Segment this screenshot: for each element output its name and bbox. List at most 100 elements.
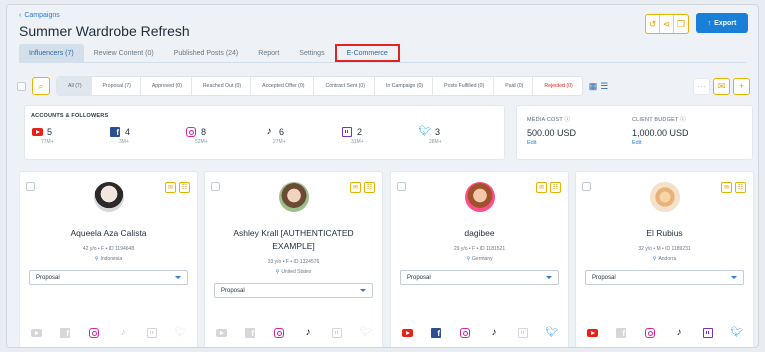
facebook-icon[interactable]: f [615,327,627,339]
card-checkbox[interactable] [397,182,406,191]
twitch-icon[interactable] [331,327,343,339]
notes-icon[interactable]: ☷ [735,182,746,193]
card-checkbox[interactable] [26,182,35,191]
breadcrumb[interactable]: ‹ Campaigns [19,12,60,19]
status-select[interactable]: Proposal [400,270,559,285]
copy-icon[interactable]: ❐ [674,15,688,33]
influencer-location: ⚲ United States [205,269,382,275]
tab-review-content[interactable]: Review Content (0) [84,44,164,62]
client-budget-edit-link[interactable]: Edit [632,140,689,146]
chevron-left-icon: ‹ [19,12,22,19]
export-button[interactable]: ↑ Export [696,13,748,33]
instagram-icon[interactable] [88,327,100,339]
card-checkbox[interactable] [582,182,591,191]
twitch-icon[interactable] [146,327,158,339]
influencer-meta: 42 y/o • F • ID 1194648 [82,246,135,252]
filter-paid[interactable]: Paid (0) [493,77,532,95]
list-view-icon[interactable]: ☰ [600,81,608,92]
youtube-icon[interactable] [215,327,227,339]
filter-all[interactable]: All (7) [57,77,91,95]
avatar[interactable] [278,182,309,212]
mail-icon[interactable]: ✉ [350,182,361,193]
twitch-icon[interactable] [702,327,714,339]
tab-report[interactable]: Report [248,44,289,62]
tab-e-commerce[interactable]: E-Commerce [334,44,400,62]
instagram-icon[interactable] [644,327,656,339]
twitter-icon[interactable]: 🐦︎ [731,327,744,339]
filter-approved[interactable]: Approved (0) [139,77,191,95]
influencer-name[interactable]: Aqueela Aza Calista [28,227,189,240]
twitter-icon[interactable]: 🐦︎ [546,327,559,339]
facebook-icon[interactable]: f [59,327,71,339]
platform-followers: 52M+ [195,139,208,145]
view-toggle: ▦ ☰ [589,81,609,92]
avatar[interactable] [649,182,680,212]
status-select[interactable]: Proposal [29,270,188,285]
twitter-icon[interactable]: 🐦︎ [360,327,373,339]
status-select[interactable]: Proposal [585,270,744,285]
notes-icon[interactable]: ☷ [364,182,375,193]
grid-view-icon[interactable]: ▦ [589,81,598,92]
filter-accepted-offer[interactable]: Accepted Offer (0) [250,77,313,95]
mail-icon[interactable]: ✉ [721,182,732,193]
filter-proposal[interactable]: Proposal (7) [90,77,140,95]
media-cost-edit-link[interactable]: Edit [527,140,576,146]
instagram-icon[interactable] [459,327,471,339]
status-value: Proposal [221,287,245,294]
info-icon: ⓘ [564,117,571,123]
tiktok-icon[interactable]: ♪ [673,327,685,339]
facebook-icon[interactable]: f [430,327,442,339]
filter-rejected[interactable]: Rejected (0) [532,77,581,95]
influencer-card: ✉ ☷ dagibee 29 y/o • F • ID 1181521 ⚲ Ger… [390,171,569,347]
influencer-meta: 29 y/o • F • ID 1181521 [453,246,506,252]
influencer-name[interactable]: Ashley Krall [AUTHENTICATED EXAMPLE] [213,227,374,253]
platform-followers: 3M+ [119,139,129,145]
location-pin-icon: ⚲ [466,256,471,262]
tiktok-icon[interactable]: ♪ [302,327,314,339]
filter-posts-fulfilled[interactable]: Posts Fulfilled (0) [432,77,493,95]
share-icon[interactable]: ⋖ [660,15,674,33]
youtube-icon[interactable] [30,327,42,339]
avatar[interactable] [93,182,124,212]
undo-icon[interactable]: ↺ [646,15,660,33]
chevron-down-icon [175,276,181,279]
tab-settings[interactable]: Settings [289,44,334,62]
notes-icon[interactable]: ☷ [179,182,190,193]
instagram-icon [185,126,197,138]
influencer-card: ✉ ☷ Ashley Krall [AUTHENTICATED EXAMPLE]… [204,171,383,347]
notes-icon[interactable]: ☷ [550,182,561,193]
mail-icon[interactable]: ✉ [713,77,730,95]
youtube-icon[interactable] [586,327,598,339]
search-icon[interactable]: ⌕ [32,77,50,95]
twitter-icon[interactable]: 🐦︎ [175,327,188,339]
status-select[interactable]: Proposal [214,283,373,298]
mail-icon[interactable]: ✉ [536,182,547,193]
select-all-checkbox[interactable] [17,81,26,91]
social-icons: f ♪ 🐦︎ [586,327,743,339]
filter-contract-sent[interactable]: Contract Sent (0) [313,77,374,95]
tiktok-icon[interactable]: ♪ [117,327,129,339]
bulk-actions: ⋯ ✉ + [693,77,750,95]
filter-reached-out[interactable]: Reached Out (0) [190,77,250,95]
mail-icon[interactable]: ✉ [165,182,176,193]
influencer-location: ⚲ Germany [391,256,568,262]
tab-published-posts[interactable]: Published Posts (24) [164,44,249,62]
status-value: Proposal [36,274,60,281]
tab-influencers[interactable]: Influencers (7) [19,44,84,62]
filter-in-campaign[interactable]: In Campaign (0) [373,77,432,95]
add-icon[interactable]: + [733,77,750,95]
filter-bar: ⌕ All (7) Proposal (7) Approved (0) Reac… [17,75,750,97]
instagram-icon[interactable] [273,327,285,339]
twitch-icon[interactable] [517,327,529,339]
avatar[interactable] [464,182,495,212]
influencer-name[interactable]: El Rubius [584,227,745,240]
youtube-icon[interactable] [401,327,413,339]
card-checkbox[interactable] [211,182,220,191]
more-icon[interactable]: ⋯ [693,77,710,95]
facebook-icon[interactable]: f [244,327,256,339]
card-actions: ✉ ☷ [721,182,746,193]
breadcrumb-label[interactable]: Campaigns [24,12,59,19]
influencer-name[interactable]: dagibee [399,227,560,240]
tiktok-icon[interactable]: ♪ [488,327,500,339]
media-cost-label: MEDIA COST [527,117,563,123]
